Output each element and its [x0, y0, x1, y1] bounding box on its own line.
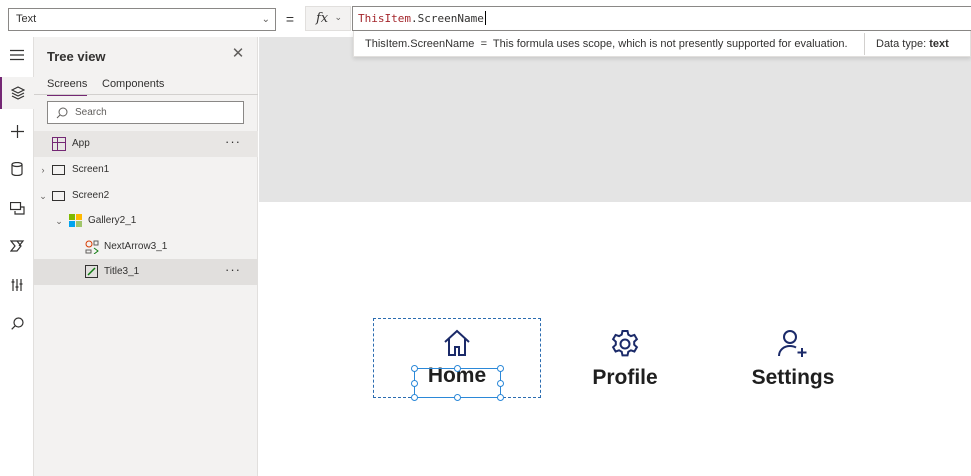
node-label: Title3_1	[104, 266, 140, 277]
search-icon	[56, 107, 68, 119]
gallery-item-profile[interactable]: Profile	[550, 328, 700, 398]
label-edit-icon	[85, 265, 98, 278]
search-input[interactable]	[75, 105, 235, 120]
data-type: Data type: text	[876, 31, 949, 57]
node-label: Screen2	[72, 190, 110, 201]
screen-icon	[52, 165, 65, 175]
tree-node-title[interactable]: Title3_1 ···	[34, 259, 258, 285]
divider	[864, 33, 865, 55]
tree-node-screen2[interactable]: ⌄ Screen2	[34, 183, 258, 209]
more-options-icon[interactable]: ···	[225, 131, 241, 153]
tree-node-gallery[interactable]: ⌄ Gallery2_1	[34, 208, 258, 234]
data-type-value: text	[929, 38, 949, 50]
tree-view-layers-icon[interactable]	[0, 77, 34, 109]
fx-label: fx	[316, 11, 329, 26]
tab-components[interactable]: Components	[102, 77, 164, 94]
power-automate-icon[interactable]	[0, 230, 34, 262]
function-button[interactable]: fx ⌄	[305, 6, 351, 31]
chevron-right-icon[interactable]: ›	[38, 157, 48, 183]
gallery-item-settings[interactable]: Settings	[718, 328, 868, 398]
evaluation-message: This formula uses scope, which is not pr…	[492, 38, 848, 50]
icon-control-icon	[85, 240, 99, 254]
resize-handle[interactable]	[454, 394, 461, 401]
add-user-icon[interactable]	[777, 328, 809, 360]
property-dropdown[interactable]: Text ⌄	[8, 8, 276, 31]
hamburger-menu-icon[interactable]	[0, 39, 34, 71]
node-label: Gallery2_1	[88, 215, 137, 226]
tree-node-screen1[interactable]: › Screen1	[34, 157, 258, 183]
formula-object: ThisItem	[358, 12, 411, 25]
resize-handle[interactable]	[497, 380, 504, 387]
evaluation-expression: ThisItem.ScreenName	[365, 38, 475, 50]
resize-handle[interactable]	[411, 365, 418, 372]
insert-plus-icon[interactable]	[0, 115, 34, 147]
more-options-icon[interactable]: ···	[225, 259, 241, 281]
close-icon[interactable]: ✕	[230, 46, 246, 62]
node-label: App	[72, 138, 90, 149]
chevron-down-icon: ⌄	[261, 14, 270, 25]
chevron-down-icon[interactable]: ⌄	[54, 208, 64, 234]
search-icon[interactable]	[0, 307, 34, 339]
data-type-label: Data type:	[876, 38, 927, 50]
chevron-down-icon: ⌄	[334, 13, 342, 23]
resize-handle[interactable]	[411, 394, 418, 401]
tree-search-box[interactable]	[47, 101, 244, 124]
app-screen[interactable]: Home Profile Settings	[259, 202, 971, 476]
tree-node-nextarrow[interactable]: NextArrow3_1	[34, 234, 258, 260]
advanced-tools-icon[interactable]	[0, 269, 34, 301]
resize-handle[interactable]	[411, 380, 418, 387]
property-value: Text	[16, 13, 37, 25]
data-cylinder-icon[interactable]	[0, 153, 34, 185]
formula-input[interactable]: ThisItem.ScreenName	[352, 6, 971, 31]
node-label: Screen1	[72, 164, 110, 175]
gear-icon[interactable]	[609, 328, 641, 360]
left-rail	[0, 37, 34, 476]
resize-handle[interactable]	[497, 365, 504, 372]
tree-node-app[interactable]: App ···	[34, 131, 258, 157]
title-selection-box[interactable]	[411, 365, 504, 401]
formula-evaluation-tooltip: ThisItem.ScreenName = This formula uses …	[353, 31, 971, 57]
equals-sign: =	[285, 11, 295, 27]
screen-icon	[52, 191, 65, 201]
panel-title: Tree view	[47, 49, 106, 64]
node-label: NextArrow3_1	[104, 241, 168, 252]
item-title[interactable]: Profile	[550, 366, 700, 390]
resize-handle[interactable]	[454, 365, 461, 372]
item-title[interactable]: Settings	[718, 366, 868, 390]
evaluation-equals: =	[480, 38, 487, 50]
canvas-background	[259, 37, 971, 202]
chevron-down-icon[interactable]: ⌄	[38, 183, 48, 209]
media-icon[interactable]	[0, 192, 34, 224]
divider	[34, 94, 258, 95]
app-icon	[52, 137, 66, 151]
gallery-icon	[69, 214, 82, 227]
tree-view-panel: Tree view ✕ Screens Components App ··· ›…	[34, 37, 258, 476]
resize-handle[interactable]	[497, 394, 504, 401]
formula-property: .ScreenName	[410, 12, 484, 25]
evaluation-text: ThisItem.ScreenName = This formula uses …	[365, 31, 848, 57]
text-caret	[484, 11, 486, 25]
